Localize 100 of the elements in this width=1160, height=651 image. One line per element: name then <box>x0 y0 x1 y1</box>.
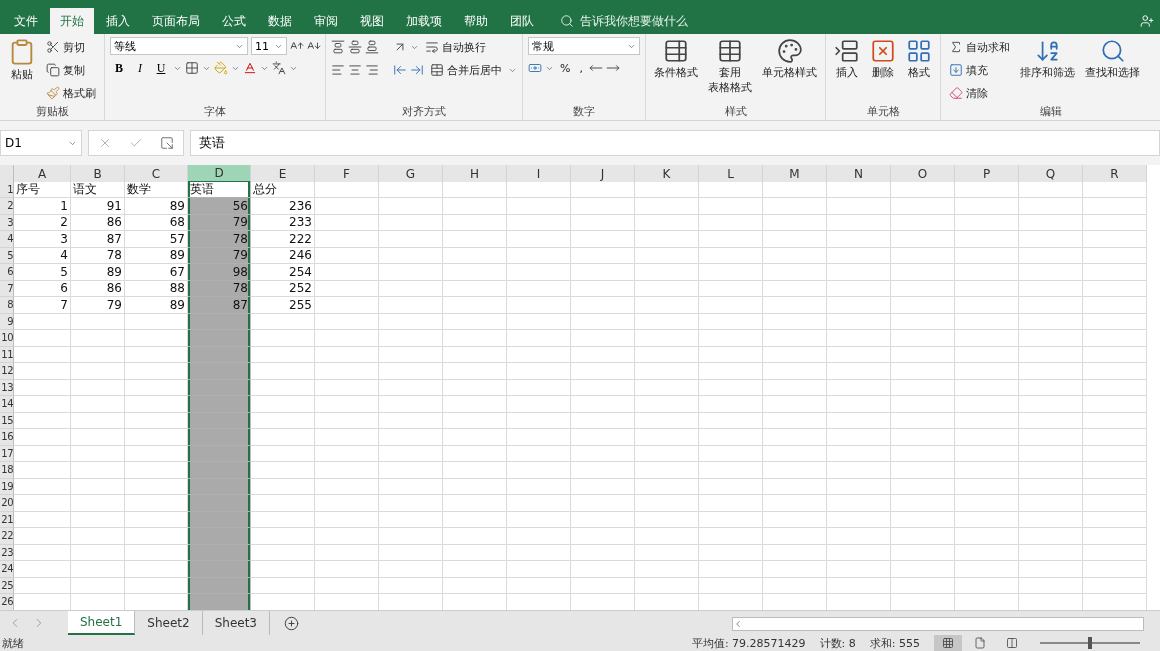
ribbon-tab[interactable]: 文件 <box>4 8 48 34</box>
style-button[interactable]: 条件格式 <box>651 37 701 104</box>
clear-button[interactable]: 清除 <box>946 83 1013 103</box>
add-sheet-icon[interactable] <box>284 615 299 631</box>
table-icon <box>717 38 743 64</box>
sort-filter-button[interactable]: 排序和筛选 <box>1017 37 1078 104</box>
align-top-icon[interactable] <box>331 40 345 54</box>
row-header[interactable]: 24 <box>0 561 14 578</box>
paste-button[interactable]: 粘贴 <box>5 37 39 104</box>
italic-button[interactable]: I <box>131 58 149 78</box>
table-cell: 1 <box>14 198 71 215</box>
style-button[interactable]: 套用 表格格式 <box>705 37 755 104</box>
row-header[interactable]: 16 <box>0 429 14 446</box>
column-header[interactable]: F <box>315 165 379 183</box>
autosum-button[interactable]: 自动求和 <box>946 37 1013 57</box>
bold-button[interactable]: B <box>110 58 128 78</box>
column-header[interactable]: Q <box>1019 165 1083 183</box>
table-cell: 98 <box>188 264 251 281</box>
column-header[interactable]: A <box>14 165 71 183</box>
fill-button[interactable]: 填充 <box>946 60 1013 80</box>
align-right-icon[interactable] <box>365 63 379 77</box>
align-middle-icon[interactable] <box>348 40 362 54</box>
column-header[interactable]: G <box>379 165 443 183</box>
table-cell: 254 <box>251 264 315 281</box>
align-left-icon[interactable] <box>331 63 345 77</box>
ribbon-tab[interactable]: 数据 <box>258 8 302 34</box>
column-header[interactable]: J <box>571 165 635 183</box>
cells-button[interactable]: 删除 <box>867 37 899 104</box>
zoom-thumb[interactable] <box>1088 637 1092 649</box>
copy-button[interactable]: 复制 <box>43 60 99 80</box>
find-select-button[interactable]: 查找和选择 <box>1082 37 1143 104</box>
ribbon-tab[interactable]: 插入 <box>96 8 140 34</box>
column-header[interactable]: B <box>71 165 125 183</box>
currency-icon[interactable] <box>528 61 542 75</box>
tell-me-field[interactable]: 告诉我你想要做什么 <box>560 8 688 34</box>
row-header[interactable]: 2 <box>0 198 14 215</box>
column-header[interactable]: M <box>763 165 827 183</box>
row-header[interactable]: 20 <box>0 495 14 512</box>
font-name-dropdown[interactable]: 等线 <box>110 37 248 55</box>
ribbon-tab[interactable]: 团队 <box>500 8 544 34</box>
sheet-tab[interactable]: Sheet1 <box>68 611 136 635</box>
ribbon-tab[interactable]: 公式 <box>212 8 256 34</box>
ribbon-tab[interactable]: 页面布局 <box>142 8 210 34</box>
column-header[interactable]: E <box>251 165 315 183</box>
merge-center-button[interactable]: 合并后居中 <box>427 60 505 80</box>
formula-field[interactable]: 英语 <box>190 130 1160 156</box>
row-header[interactable]: 12 <box>0 363 14 380</box>
function-icon[interactable] <box>160 136 175 150</box>
cells-button[interactable]: 格式 <box>903 37 935 104</box>
row-header[interactable]: 14 <box>0 396 14 413</box>
style-button[interactable]: 单元格样式 <box>759 37 820 104</box>
row-header[interactable]: 6 <box>0 264 14 281</box>
row-header[interactable]: 8 <box>0 297 14 314</box>
align-bottom-icon[interactable] <box>365 40 379 54</box>
row-header[interactable]: 26 <box>0 594 14 610</box>
increase-indent-icon[interactable] <box>410 63 424 77</box>
select-all-button[interactable] <box>0 165 14 183</box>
enter-icon[interactable] <box>129 136 143 150</box>
row-header[interactable]: 4 <box>0 231 14 248</box>
column-header[interactable]: R <box>1083 165 1147 183</box>
align-center-icon[interactable] <box>348 63 362 77</box>
search-icon[interactable] <box>560 14 574 28</box>
table-cell: 3 <box>14 231 71 248</box>
column-header[interactable]: D <box>188 165 251 183</box>
percent-button[interactable]: % <box>557 58 574 78</box>
horizontal-scrollbar[interactable] <box>732 617 1144 631</box>
ribbon-tab[interactable]: 开始 <box>50 8 94 34</box>
wrap-text-button[interactable]: 自动换行 <box>422 37 489 57</box>
ribbon-tab[interactable]: 帮助 <box>454 8 498 34</box>
column-header[interactable]: H <box>443 165 507 183</box>
normal-view-button[interactable] <box>934 635 962 651</box>
share-icon[interactable] <box>1140 14 1154 28</box>
name-box[interactable]: D1 <box>0 130 82 156</box>
column-header[interactable]: C <box>125 165 188 183</box>
column-header[interactable]: K <box>635 165 699 183</box>
column-header[interactable]: O <box>891 165 955 183</box>
table-cell: 87 <box>188 297 251 314</box>
table-cell: 89 <box>125 198 188 215</box>
underline-button[interactable]: U <box>152 58 170 78</box>
ribbon-tab[interactable]: 审阅 <box>304 8 348 34</box>
column-header[interactable]: N <box>827 165 891 183</box>
font-color-icon[interactable] <box>243 61 257 75</box>
ribbon-tab[interactable]: 视图 <box>350 8 394 34</box>
borders-icon[interactable] <box>185 61 199 75</box>
phonetic-icon[interactable] <box>272 61 286 75</box>
row-header[interactable]: 10 <box>0 330 14 347</box>
column-header[interactable]: P <box>955 165 1019 183</box>
row-header[interactable]: 22 <box>0 528 14 545</box>
row-header[interactable]: 18 <box>0 462 14 479</box>
column-header[interactable]: L <box>699 165 763 183</box>
cut-button[interactable]: 剪切 <box>43 37 99 57</box>
column-header[interactable]: I <box>507 165 571 183</box>
fill-color-icon[interactable] <box>214 61 228 75</box>
decrease-indent-icon[interactable] <box>393 63 407 77</box>
font-size-dropdown[interactable]: 11 <box>251 37 287 55</box>
ribbon-tab[interactable]: 加载项 <box>396 8 452 34</box>
number-format-dropdown[interactable]: 常规 <box>528 37 640 55</box>
comma-button[interactable]: , <box>576 58 586 78</box>
format-painter-button[interactable]: 格式刷 <box>43 83 99 103</box>
cells-button[interactable]: 插入 <box>831 37 863 104</box>
